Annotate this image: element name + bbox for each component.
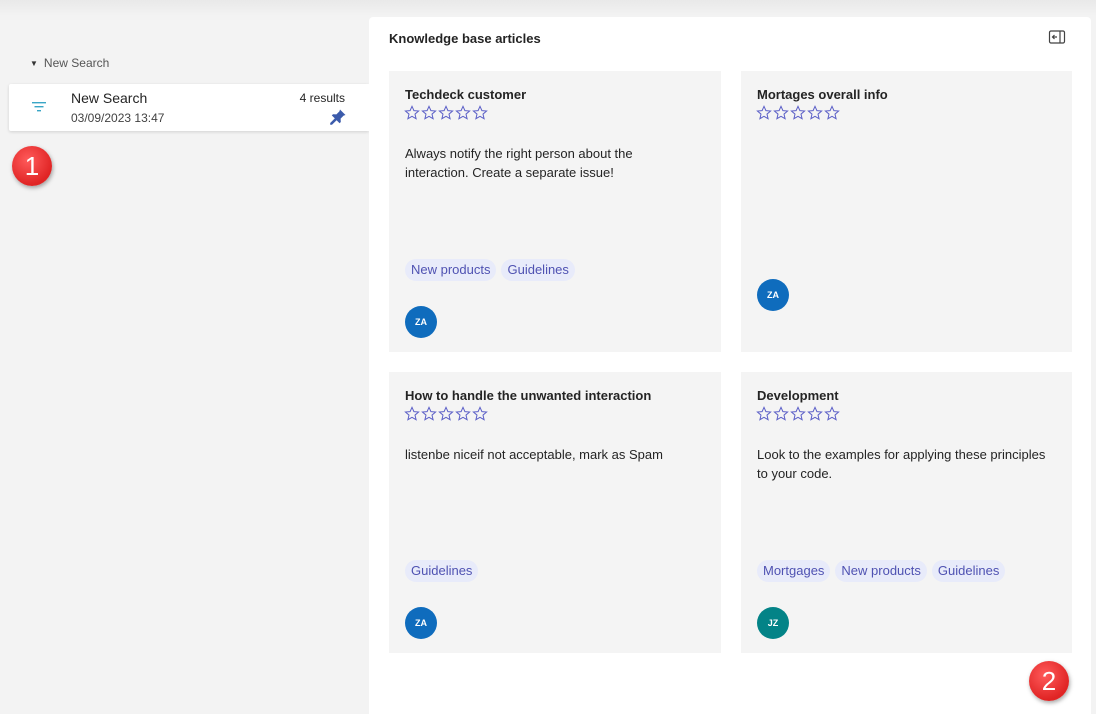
star-icon[interactable] xyxy=(438,406,454,422)
search-group-label: New Search xyxy=(43,56,110,70)
star-rating[interactable] xyxy=(404,406,488,422)
star-icon[interactable] xyxy=(472,406,488,422)
search-group-header[interactable]: ▼ New Search xyxy=(30,56,109,70)
article-tags: Mortgages New products Guidelines xyxy=(757,560,1006,582)
tag-chip[interactable]: Guidelines xyxy=(405,560,479,582)
author-avatar: ZA xyxy=(405,607,437,639)
star-icon[interactable] xyxy=(438,105,454,121)
tag-chip[interactable]: Guidelines xyxy=(501,259,575,281)
star-icon[interactable] xyxy=(807,105,823,121)
article-card[interactable]: How to handle the unwanted interaction l… xyxy=(389,372,721,653)
star-icon[interactable] xyxy=(773,105,789,121)
knowledge-base-panel: Knowledge base articles Techdeck custome… xyxy=(369,17,1091,714)
author-avatar: JZ xyxy=(757,607,789,639)
star-icon[interactable] xyxy=(824,105,840,121)
star-rating[interactable] xyxy=(756,406,840,422)
author-avatar: ZA xyxy=(405,306,437,338)
saved-search-result-count: 4 results xyxy=(299,91,345,105)
article-card[interactable]: Mortages overall info ZA xyxy=(741,71,1072,352)
star-icon[interactable] xyxy=(455,105,471,121)
article-title: Development xyxy=(757,388,839,403)
author-avatar: ZA xyxy=(757,279,789,311)
panel-title: Knowledge base articles xyxy=(389,31,541,46)
pin-icon[interactable] xyxy=(329,108,347,126)
star-icon[interactable] xyxy=(790,406,806,422)
star-icon[interactable] xyxy=(790,105,806,121)
tag-chip[interactable]: New products xyxy=(405,259,497,281)
annotation-marker-2: 2 xyxy=(1029,661,1069,701)
star-rating[interactable] xyxy=(756,105,840,121)
star-icon[interactable] xyxy=(404,406,420,422)
top-band xyxy=(0,0,1096,16)
saved-search-date: 03/09/2023 13:47 xyxy=(71,111,165,125)
star-icon[interactable] xyxy=(807,406,823,422)
article-description: Look to the examples for applying these … xyxy=(757,447,1046,481)
star-icon[interactable] xyxy=(824,406,840,422)
star-icon[interactable] xyxy=(472,105,488,121)
article-title: Mortages overall info xyxy=(757,87,888,102)
article-tags: Guidelines xyxy=(405,560,479,582)
article-title: How to handle the unwanted interaction xyxy=(405,388,652,403)
article-description: Always notify the right person about the… xyxy=(405,146,633,180)
tag-chip[interactable]: New products xyxy=(835,560,927,582)
star-icon[interactable] xyxy=(421,406,437,422)
article-card[interactable]: Development Look to the examples for app… xyxy=(741,372,1072,653)
star-icon[interactable] xyxy=(756,406,772,422)
caret-down-icon: ▼ xyxy=(30,58,38,68)
filter-icon xyxy=(32,102,46,112)
star-icon[interactable] xyxy=(773,406,789,422)
tag-chip[interactable]: Mortgages xyxy=(757,560,831,582)
saved-search-name: New Search xyxy=(71,90,148,106)
saved-search-item[interactable]: New Search 03/09/2023 13:47 4 results xyxy=(9,84,369,131)
star-rating[interactable] xyxy=(404,105,488,121)
collapse-panel-icon[interactable] xyxy=(1048,29,1066,45)
article-description: listenbe niceif not acceptable, mark as … xyxy=(405,447,663,462)
article-tags: New products Guidelines xyxy=(405,259,575,281)
tag-chip[interactable]: Guidelines xyxy=(931,560,1006,582)
annotation-marker-1: 1 xyxy=(12,146,52,186)
star-icon[interactable] xyxy=(404,105,420,121)
article-title: Techdeck customer xyxy=(405,87,527,102)
article-card[interactable]: Techdeck customer Always notify the righ… xyxy=(389,71,721,352)
star-icon[interactable] xyxy=(756,105,772,121)
star-icon[interactable] xyxy=(455,406,471,422)
star-icon[interactable] xyxy=(421,105,437,121)
